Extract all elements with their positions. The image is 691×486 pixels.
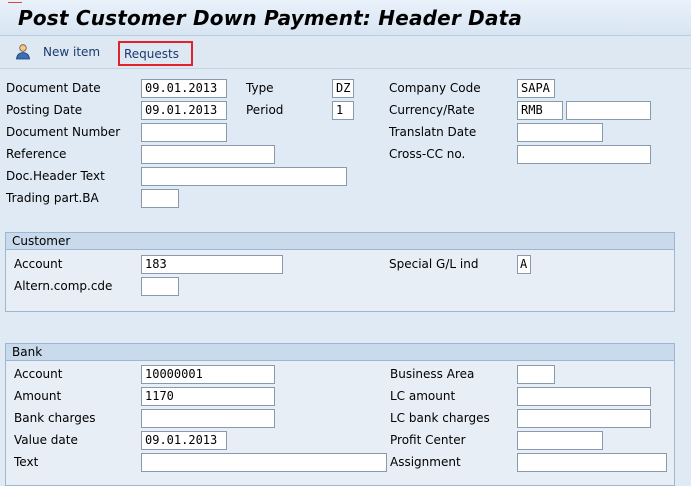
customer-account-label: Account: [14, 257, 63, 271]
doc-header-text-label: Doc.Header Text: [6, 169, 105, 183]
application-toolbar: New item Requests: [0, 37, 691, 69]
lc-bank-charges-label: LC bank charges: [390, 411, 490, 425]
company-code-label: Company Code: [389, 81, 481, 95]
lc-amount-label: LC amount: [390, 389, 456, 403]
value-date-label: Value date: [14, 433, 78, 447]
type-field[interactable]: DZ: [332, 79, 354, 98]
posting-date-label: Posting Date: [6, 103, 83, 117]
company-code-field[interactable]: SAPA: [517, 79, 555, 98]
type-label: Type: [246, 81, 274, 95]
customer-group: Customer: [5, 232, 675, 312]
document-number-field[interactable]: [141, 123, 227, 142]
amount-label: Amount: [14, 389, 62, 403]
period-label: Period: [246, 103, 284, 117]
translatn-date-field[interactable]: [517, 123, 603, 142]
amount-field[interactable]: 1170: [141, 387, 275, 406]
altern-comp-cde-field[interactable]: [141, 277, 179, 296]
reference-field[interactable]: [141, 145, 275, 164]
value-date-field[interactable]: 09.01.2013: [141, 431, 227, 450]
customer-account-field[interactable]: 183: [141, 255, 283, 274]
translatn-date-label: Translatn Date: [389, 125, 477, 139]
person-icon: [16, 44, 30, 60]
altern-comp-cde-label: Altern.comp.cde: [14, 279, 113, 293]
document-date-field[interactable]: 09.01.2013: [141, 79, 227, 98]
title-accent-mark: [8, 2, 22, 3]
posting-date-field[interactable]: 09.01.2013: [141, 101, 227, 120]
lc-amount-field[interactable]: [517, 387, 651, 406]
special-gl-ind-field[interactable]: A: [517, 255, 531, 274]
bank-charges-label: Bank charges: [14, 411, 96, 425]
document-number-label: Document Number: [6, 125, 121, 139]
period-field[interactable]: 1: [332, 101, 354, 120]
bank-account-field[interactable]: 10000001: [141, 365, 275, 384]
bank-group-title: Bank: [6, 344, 674, 361]
lc-bank-charges-field[interactable]: [517, 409, 651, 428]
profit-center-field[interactable]: [517, 431, 603, 450]
title-bar: Post Customer Down Payment: Header Data: [0, 0, 691, 36]
text-field[interactable]: [141, 453, 387, 472]
exchange-rate-field[interactable]: [566, 101, 651, 120]
currency-field[interactable]: RMB: [517, 101, 563, 120]
bank-account-label: Account: [14, 367, 63, 381]
currency-rate-label: Currency/Rate: [389, 103, 475, 117]
trading-part-ba-field[interactable]: [141, 189, 179, 208]
reference-label: Reference: [6, 147, 67, 161]
assignment-label: Assignment: [390, 455, 461, 469]
special-gl-ind-label: Special G/L ind: [389, 257, 479, 271]
business-area-label: Business Area: [390, 367, 475, 381]
bank-charges-field[interactable]: [141, 409, 275, 428]
page-title: Post Customer Down Payment: Header Data: [18, 6, 523, 30]
customer-group-title: Customer: [6, 233, 674, 250]
cross-cc-no-field[interactable]: [517, 145, 651, 164]
text-label: Text: [14, 455, 39, 469]
business-area-field[interactable]: [517, 365, 555, 384]
document-date-label: Document Date: [6, 81, 101, 95]
requests-button[interactable]: Requests: [118, 41, 193, 66]
profit-center-label: Profit Center: [390, 433, 466, 447]
trading-part-ba-label: Trading part.BA: [6, 191, 99, 205]
new-item-button[interactable]: New item: [43, 43, 100, 63]
assignment-field[interactable]: [517, 453, 667, 472]
cross-cc-no-label: Cross-CC no.: [389, 147, 466, 161]
doc-header-text-field[interactable]: [141, 167, 347, 186]
